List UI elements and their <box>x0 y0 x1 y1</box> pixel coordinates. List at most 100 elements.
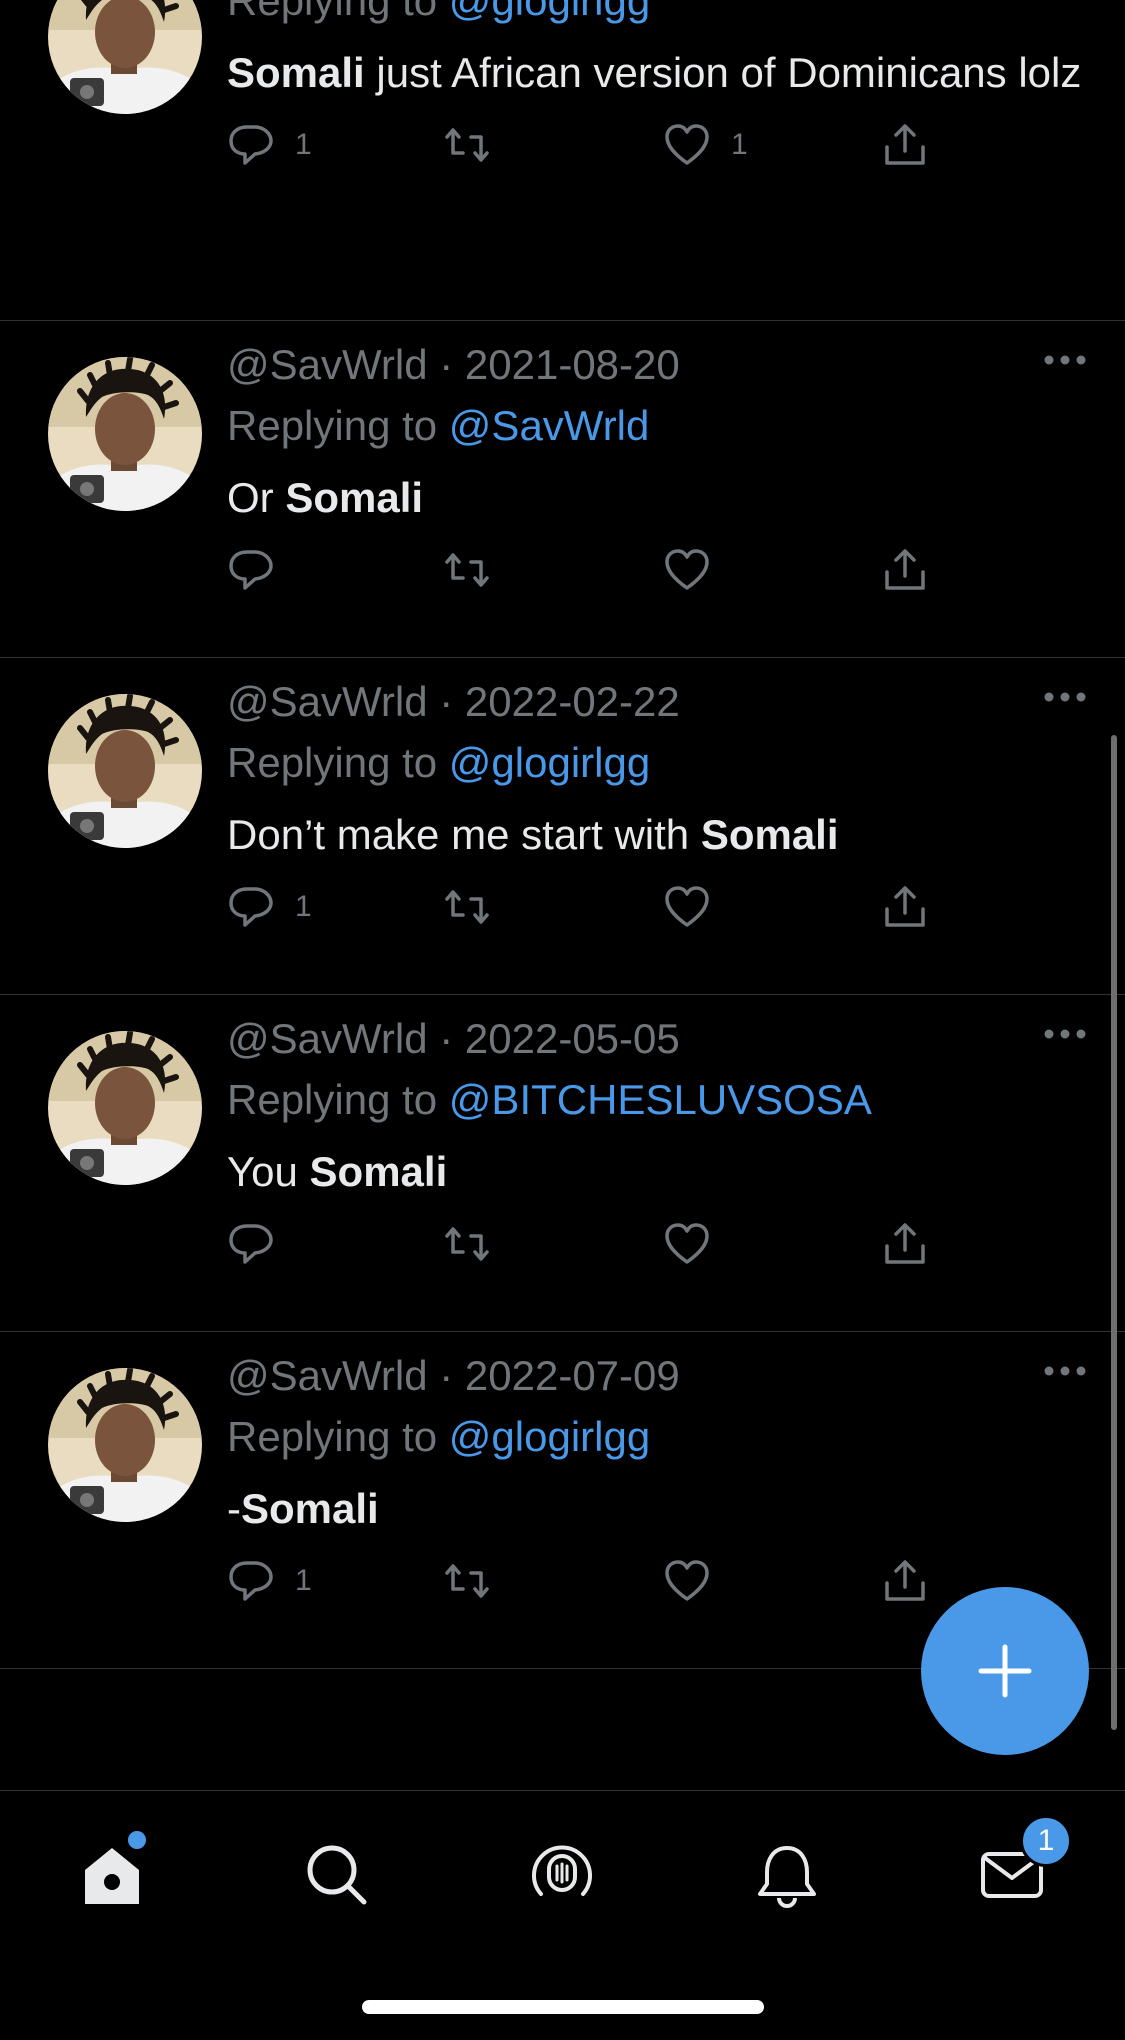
tweet-handle[interactable]: @SavWrld <box>227 678 428 725</box>
reply-button[interactable]: 1 <box>227 110 312 180</box>
reply-button[interactable]: 1 <box>227 872 312 942</box>
like-button[interactable] <box>663 1546 731 1616</box>
more-options-button[interactable] <box>1043 1027 1087 1041</box>
tweet-text-segment: Or <box>227 474 286 521</box>
share-button[interactable] <box>881 535 929 605</box>
replying-prefix: Replying to <box>227 402 438 449</box>
tweet-text-segment: Don’t make me start with <box>227 811 701 858</box>
retweet-icon <box>445 890 489 924</box>
reply-count: 1 <box>295 1564 312 1597</box>
replying-to: Replying to @glogirlgg <box>227 0 1085 32</box>
replying-to: Replying to @glogirlgg <box>227 1406 1085 1468</box>
retweet-icon <box>445 128 489 162</box>
tweet-row[interactable]: @SavWrld · 2022-02-22 Replying to @glogir… <box>0 658 1125 995</box>
tweet-text: Somali just African version of Dominican… <box>227 44 1085 102</box>
share-button[interactable] <box>881 110 929 180</box>
more-icon <box>1044 1366 1086 1376</box>
tweet-handle[interactable]: @SavWrld <box>227 1352 428 1399</box>
avatar[interactable] <box>48 357 202 511</box>
share-button[interactable] <box>881 872 929 942</box>
share-button[interactable] <box>881 1209 929 1279</box>
tab-messages[interactable]: 1 <box>972 1815 1072 1915</box>
reply-icon <box>229 550 273 590</box>
tweet-actions <box>227 1209 1085 1279</box>
replying-to-handle[interactable]: @SavWrld <box>449 402 650 449</box>
replying-to-handle[interactable]: @glogirlgg <box>449 739 650 786</box>
tweet-actions <box>227 535 1085 605</box>
share-icon <box>885 886 925 927</box>
tweet-date: 2021-08-20 <box>464 341 680 388</box>
tweet-text: Or Somali <box>227 469 1085 527</box>
reply-icon <box>229 125 273 165</box>
avatar[interactable] <box>48 1031 202 1185</box>
like-icon <box>665 1560 709 1601</box>
retweet-button[interactable] <box>443 110 511 180</box>
retweet-button[interactable] <box>443 1209 511 1279</box>
reply-count: 1 <box>295 890 312 923</box>
replying-to-handle[interactable]: @BITCHESLUVSOSA <box>449 1076 872 1123</box>
reply-button[interactable] <box>227 1209 295 1279</box>
replying-to-handle[interactable]: @glogirlgg <box>449 0 650 24</box>
reply-icon <box>229 1561 273 1601</box>
more-icon <box>1044 1029 1086 1039</box>
avatar[interactable] <box>48 1368 202 1522</box>
tweet-handle[interactable]: @SavWrld <box>227 1015 428 1062</box>
tab-spaces[interactable] <box>522 1835 602 1915</box>
search-icon <box>307 1845 367 1905</box>
retweet-icon <box>445 1227 489 1261</box>
like-button[interactable] <box>663 535 731 605</box>
timeline-feed[interactable]: Replying to @glogirlgg Somali just Africa… <box>0 0 1125 1669</box>
retweet-button[interactable] <box>443 1546 511 1616</box>
tweet-text-highlight: Somali <box>285 474 424 521</box>
reply-button[interactable] <box>227 535 295 605</box>
share-button[interactable] <box>881 1546 929 1616</box>
tweet-text: You Somali <box>227 1143 1085 1201</box>
retweet-icon <box>445 1564 489 1598</box>
tweet-date: 2022-07-09 <box>464 1352 680 1399</box>
home-indicator[interactable] <box>362 2000 764 2014</box>
tweet-meta: @SavWrld · 2022-07-09 <box>227 1346 1085 1406</box>
tweet-text-segment: just African version of Dominicans lolz <box>364 49 1082 96</box>
tweet-text-highlight: Somali <box>309 1148 448 1195</box>
like-icon <box>665 1223 709 1264</box>
tweet-text-highlight: Somali <box>227 49 365 96</box>
tweet-row[interactable]: @SavWrld · 2021-08-20 Replying to @SavWrl… <box>0 321 1125 658</box>
replying-to: Replying to @BITCHESLUVSOSA <box>227 1069 1085 1131</box>
reply-count: 1 <box>295 128 312 161</box>
tweet-text-segment: - <box>227 1485 241 1532</box>
reply-icon <box>229 1224 273 1264</box>
replying-to-handle[interactable]: @glogirlgg <box>449 1413 650 1460</box>
like-icon <box>665 886 709 927</box>
reply-button[interactable]: 1 <box>227 1546 312 1616</box>
like-button[interactable] <box>663 872 731 942</box>
replying-prefix: Replying to <box>227 1413 438 1460</box>
more-options-button[interactable] <box>1043 1364 1087 1378</box>
home-icon <box>85 1848 139 1904</box>
tweet-actions: 1 1 <box>227 110 1085 180</box>
plus-icon <box>978 1644 1032 1698</box>
like-button[interactable] <box>663 1209 731 1279</box>
tab-notifications[interactable] <box>747 1835 827 1915</box>
avatar[interactable] <box>48 0 202 114</box>
like-icon <box>665 124 709 165</box>
retweet-icon <box>445 553 489 587</box>
notifications-icon <box>758 1846 816 1908</box>
tweet-row[interactable]: @SavWrld · 2022-05-05 Replying to @BITCHE… <box>0 995 1125 1332</box>
replying-to: Replying to @SavWrld <box>227 395 1085 457</box>
share-icon <box>885 1560 925 1601</box>
like-icon <box>665 549 709 590</box>
more-options-button[interactable] <box>1043 690 1087 704</box>
tweet-meta: @SavWrld · 2022-05-05 <box>227 1009 1085 1069</box>
avatar[interactable] <box>48 694 202 848</box>
retweet-button[interactable] <box>443 535 511 605</box>
like-button[interactable]: 1 <box>663 110 748 180</box>
retweet-button[interactable] <box>443 872 511 942</box>
more-options-button[interactable] <box>1043 353 1087 367</box>
share-icon <box>885 549 925 590</box>
compose-tweet-button[interactable] <box>921 1587 1089 1755</box>
scrollbar[interactable] <box>1111 735 1117 1730</box>
tweet-handle[interactable]: @SavWrld <box>227 341 428 388</box>
tab-home[interactable] <box>72 1831 152 1915</box>
tweet-row[interactable]: Replying to @glogirlgg Somali just Africa… <box>0 0 1125 321</box>
tab-search[interactable] <box>297 1835 377 1915</box>
